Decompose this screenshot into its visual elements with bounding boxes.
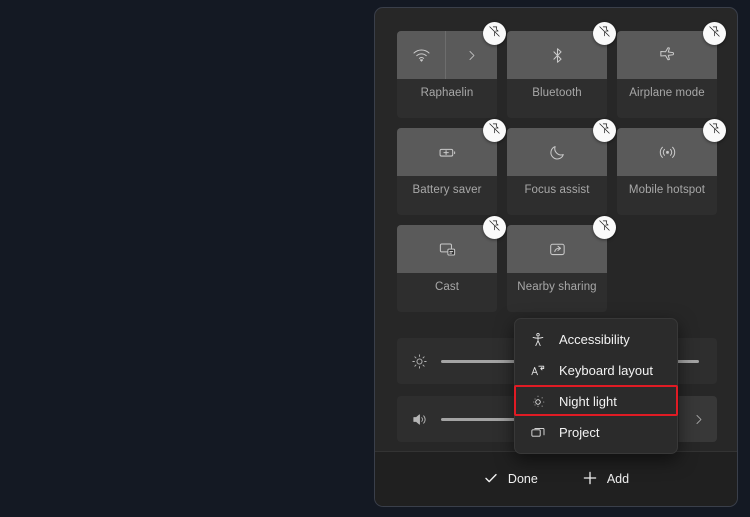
bluetooth-icon [548,46,567,65]
quick-tile[interactable]: Raphaelin [397,22,506,118]
quick-tile[interactable]: Focus assist [507,119,616,215]
nearby-sharing-icon [548,240,567,259]
menu-item-label: Night light [559,394,617,409]
menu-item-label: Accessibility [559,332,630,347]
menu-item-accessibility[interactable]: Accessibility [515,324,677,355]
unpin-button[interactable] [483,119,506,142]
volume-icon [397,411,441,428]
unpin-button[interactable] [703,22,726,45]
unpin-button[interactable] [703,119,726,142]
quick-tile-label: Raphaelin [420,87,474,99]
done-label: Done [507,472,538,486]
quick-tile-label: Battery saver [412,184,482,196]
quick-tile[interactable]: Battery saver [397,119,506,215]
quick-tile[interactable]: Bluetooth [507,22,616,118]
moon-icon [548,143,567,162]
quick-tile-label: Cast [434,281,460,293]
quick-tile[interactable]: Airplane mode [617,22,726,118]
quick-settings-tiles-grid: Raphaelin Bluetooth Airplane mode Battery s… [397,22,726,312]
menu-item-project[interactable]: Project [515,417,677,448]
unpin-icon [488,219,501,237]
quick-tile-label: Mobile hotspot [628,184,706,196]
unpin-icon [598,219,611,237]
unpin-button[interactable] [483,22,506,45]
plus-icon [582,470,598,489]
done-button[interactable]: Done [474,465,547,494]
menu-item-keyboard-layout[interactable]: Keyboard layout [515,355,677,386]
quick-tile-label: Focus assist [524,184,590,196]
unpin-icon [708,122,721,140]
unpin-icon [598,122,611,140]
battery-saver-icon [438,143,457,162]
quick-tile-label: Airplane mode [629,87,705,99]
menu-item-night-light[interactable]: Night light [515,386,677,417]
add-label: Add [606,472,630,486]
airplane-icon [658,46,677,65]
brightness-icon [397,353,441,370]
unpin-icon [598,25,611,43]
wifi-icon[interactable] [397,31,446,79]
unpin-button[interactable] [593,22,616,45]
quick-tile[interactable]: Cast [397,216,506,312]
menu-item-label: Keyboard layout [559,363,653,378]
quick-tile-label: Nearby sharing [517,281,597,293]
keyboard-layout-icon [529,363,546,379]
hotspot-icon [658,143,677,162]
unpin-icon [488,122,501,140]
quick-tile[interactable]: Mobile hotspot [617,119,726,215]
menu-item-label: Project [559,425,600,440]
check-icon [483,470,499,489]
cast-icon [438,240,457,259]
accessibility-icon [529,332,546,348]
unpin-button[interactable] [593,216,616,239]
unpin-button[interactable] [483,216,506,239]
unpin-icon [708,25,721,43]
volume-expand-button[interactable] [679,396,717,442]
panel-footer: Done Add [375,451,737,506]
unpin-icon [488,25,501,43]
context-menu: Accessibility Keyboard layout Night light P… [514,318,678,454]
unpin-button[interactable] [593,119,616,142]
quick-tile-label: Bluetooth [532,87,582,99]
add-button[interactable]: Add [573,465,638,494]
night-light-icon [529,394,546,410]
project-icon [529,425,546,441]
quick-tile[interactable]: Nearby sharing [507,216,616,312]
